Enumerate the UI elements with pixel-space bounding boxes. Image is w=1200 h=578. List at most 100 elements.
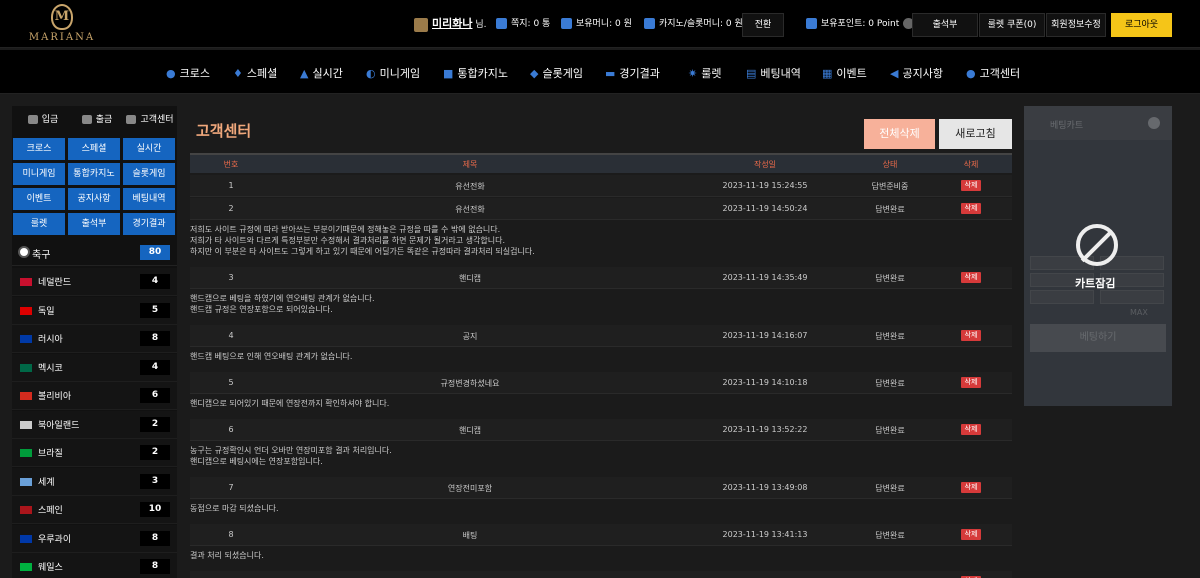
flag-icon xyxy=(20,563,32,571)
notes-link[interactable]: 쪽지: 0 통 xyxy=(496,16,550,29)
attendance-button[interactable]: 출석부 xyxy=(912,13,978,37)
withdraw-tab[interactable]: 출금 xyxy=(72,106,122,134)
notes-label: 쪽지: 0 통 xyxy=(511,19,551,29)
nav-results[interactable]: ▬ 경기결과 xyxy=(605,65,660,81)
league-name: 북아일랜드 xyxy=(38,420,80,431)
answer-text: 결과 처리 되셨습니다. xyxy=(190,551,264,560)
flag-icon xyxy=(20,278,32,286)
grid-attendance[interactable]: 출석부 xyxy=(68,213,120,235)
grid-notice[interactable]: 공지사항 xyxy=(68,188,120,210)
table-row[interactable]: 5 규정변경하셨네요 2023-11-19 14:10:18 답변완료 삭제 xyxy=(190,372,1012,394)
table-row[interactable]: 9계좌문의2023-11-15 02:06:36답변완료삭제 xyxy=(190,571,1012,578)
league-row[interactable]: 북아일랜드 2 xyxy=(12,410,177,439)
cell-status: 답변완료 xyxy=(875,379,905,388)
soccer-ball-icon xyxy=(18,246,30,258)
nav-label: 통합카지노 xyxy=(457,67,509,80)
table-row[interactable]: 2 유선전화 2023-11-19 14:50:24 답변완료 삭제 xyxy=(190,198,1012,220)
league-row[interactable]: 브라질 2 xyxy=(12,439,177,467)
support-tab[interactable]: 고객센터 xyxy=(124,106,176,134)
nav-bet-history[interactable]: ▤ 베팅내역 xyxy=(746,65,801,81)
league-row[interactable]: 웨일스 8 xyxy=(12,553,177,578)
nav-minigame[interactable]: ◐ 미니게임 xyxy=(366,65,420,81)
nav-support[interactable]: ● 고객센터 xyxy=(966,65,1020,81)
delete-button[interactable]: 삭제 xyxy=(961,272,981,283)
grid-live[interactable]: 실시간 xyxy=(123,138,175,160)
casino-money-info: 카지노/슬롯머니: 0 원 xyxy=(644,16,743,29)
cell-date: 2023-11-19 13:41:13 xyxy=(722,530,808,539)
nav-casino[interactable]: ■ 통합카지노 xyxy=(443,65,508,81)
logo[interactable]: M MARIANA xyxy=(26,4,98,44)
main-nav: ● 크로스 ♦ 스페셜 ▲ 실시간 ◐ 미니게임 ■ 통합카지노 ◆ 슬롯게임 ▬ 경기결과 … xyxy=(0,50,1200,94)
coin-stack-icon xyxy=(27,115,38,124)
answer-text: 핸드캡으로 베팅을 하였기에 연오배팅 관계가 없습니다. 핸드캡 규정은 연장… xyxy=(190,294,375,314)
league-row[interactable]: 네덜란드 4 xyxy=(12,268,177,296)
league-row[interactable]: 독일 5 xyxy=(12,296,177,325)
grid-cross[interactable]: 크로스 xyxy=(13,138,65,160)
roulette-icon: ✷ xyxy=(688,67,698,80)
delete-button[interactable]: 삭제 xyxy=(961,203,981,214)
nav-event[interactable]: ▦ 이벤트 xyxy=(822,65,867,81)
cell-no: 4 xyxy=(228,331,234,340)
flag-icon xyxy=(20,363,32,372)
league-row[interactable]: 멕시코 4 xyxy=(12,353,177,382)
league-count: 8 xyxy=(140,530,170,546)
delete-button[interactable]: 삭제 xyxy=(961,180,981,191)
grid-roulette[interactable]: 룰렛 xyxy=(13,213,65,235)
betslip-title: 베팅카트 xyxy=(1050,121,1084,131)
envelope-icon xyxy=(496,18,507,29)
delete-button[interactable]: 삭제 xyxy=(961,377,981,388)
cell-title: 배팅 xyxy=(462,531,478,540)
nav-cross[interactable]: ● 크로스 xyxy=(166,65,210,81)
delete-button[interactable]: 삭제 xyxy=(961,424,981,435)
cell-no: 5 xyxy=(228,378,234,387)
league-row[interactable]: 러시아 8 xyxy=(12,325,177,353)
answer-block: 핸디캡으로 되어있기 때문에 연장전까지 확인하셔야 합니다. xyxy=(190,395,1012,419)
nav-live[interactable]: ▲ 실시간 xyxy=(300,65,343,81)
points-info: 보유포인트: 0 Point xyxy=(806,16,918,29)
money-label: 보유머니: 0 원 xyxy=(576,19,632,29)
table-row[interactable]: 1 유선전화 2023-11-19 15:24:55 답변준비중 삭제 xyxy=(190,175,1012,197)
league-count: 2 xyxy=(140,416,170,432)
cell-title: 유선전화 xyxy=(455,182,485,191)
league-row[interactable]: 볼리비아 6 xyxy=(12,382,177,410)
headset-icon: ● xyxy=(966,67,976,80)
grid-results[interactable]: 경기결과 xyxy=(123,213,175,235)
table-row[interactable]: 7 연장전미포함 2023-11-19 13:49:08 답변완료 삭제 xyxy=(190,477,1012,499)
table-row[interactable]: 8 배팅 2023-11-19 13:41:13 답변완료 삭제 xyxy=(190,524,1012,546)
grid-special[interactable]: 스페셜 xyxy=(68,138,120,160)
roulette-coupon-button[interactable]: 룰렛 쿠폰(0) xyxy=(979,13,1045,37)
sport-count: 80 xyxy=(140,245,170,260)
member-edit-button[interactable]: 회원정보수정 xyxy=(1046,13,1106,37)
cell-date: 2023-11-19 14:10:18 xyxy=(722,378,808,387)
delete-all-button[interactable]: 전체삭제 xyxy=(864,119,935,149)
grid-minigame[interactable]: 미니게임 xyxy=(13,163,65,185)
league-row[interactable]: 세계 3 xyxy=(12,467,177,496)
nav-special[interactable]: ♦ 스페셜 xyxy=(233,65,277,81)
refresh-button[interactable]: 새로고침 xyxy=(939,119,1012,149)
table-row[interactable]: 4 공지 2023-11-19 14:16:07 답변완료 삭제 xyxy=(190,325,1012,347)
answer-text: 농구는 규정확인시 언더 오바만 연장미포함 결과 처리입니다. 핸디캡으로 베… xyxy=(190,446,392,466)
nav-notice[interactable]: ◀ 공지사항 xyxy=(890,65,943,81)
grid-casino[interactable]: 통합카지노 xyxy=(68,163,120,185)
grid-event[interactable]: 이벤트 xyxy=(13,188,65,210)
league-row[interactable]: 스페인 10 xyxy=(12,496,177,524)
convert-button[interactable]: 전환 xyxy=(742,13,784,37)
league-name: 멕시코 xyxy=(38,363,63,374)
table-row[interactable]: 3 핸디캡 2023-11-19 14:35:49 답변완료 삭제 xyxy=(190,267,1012,289)
league-count: 10 xyxy=(140,502,170,517)
chevron-down-icon xyxy=(1148,117,1160,129)
cell-title: 핸디캡 xyxy=(458,274,482,283)
sport-header-soccer[interactable]: 축구 80 xyxy=(12,240,177,266)
deposit-tab[interactable]: 입금 xyxy=(18,106,68,134)
grid-slot[interactable]: 슬롯게임 xyxy=(123,163,175,185)
grid-bet-history[interactable]: 베팅내역 xyxy=(123,188,175,210)
logout-button[interactable]: 로그아웃 xyxy=(1111,13,1172,37)
table-row[interactable]: 6 핸디캡 2023-11-19 13:52:22 답변완료 삭제 xyxy=(190,419,1012,441)
delete-button[interactable]: 삭제 xyxy=(961,482,981,493)
nav-roulette[interactable]: ✷ 룰렛 xyxy=(688,65,721,81)
nav-slot[interactable]: ◆ 슬롯게임 xyxy=(530,65,583,81)
league-row[interactable]: 우루과이 8 xyxy=(12,524,177,553)
flag-icon xyxy=(20,506,32,514)
delete-button[interactable]: 삭제 xyxy=(961,330,981,341)
delete-button[interactable]: 삭제 xyxy=(961,529,981,540)
